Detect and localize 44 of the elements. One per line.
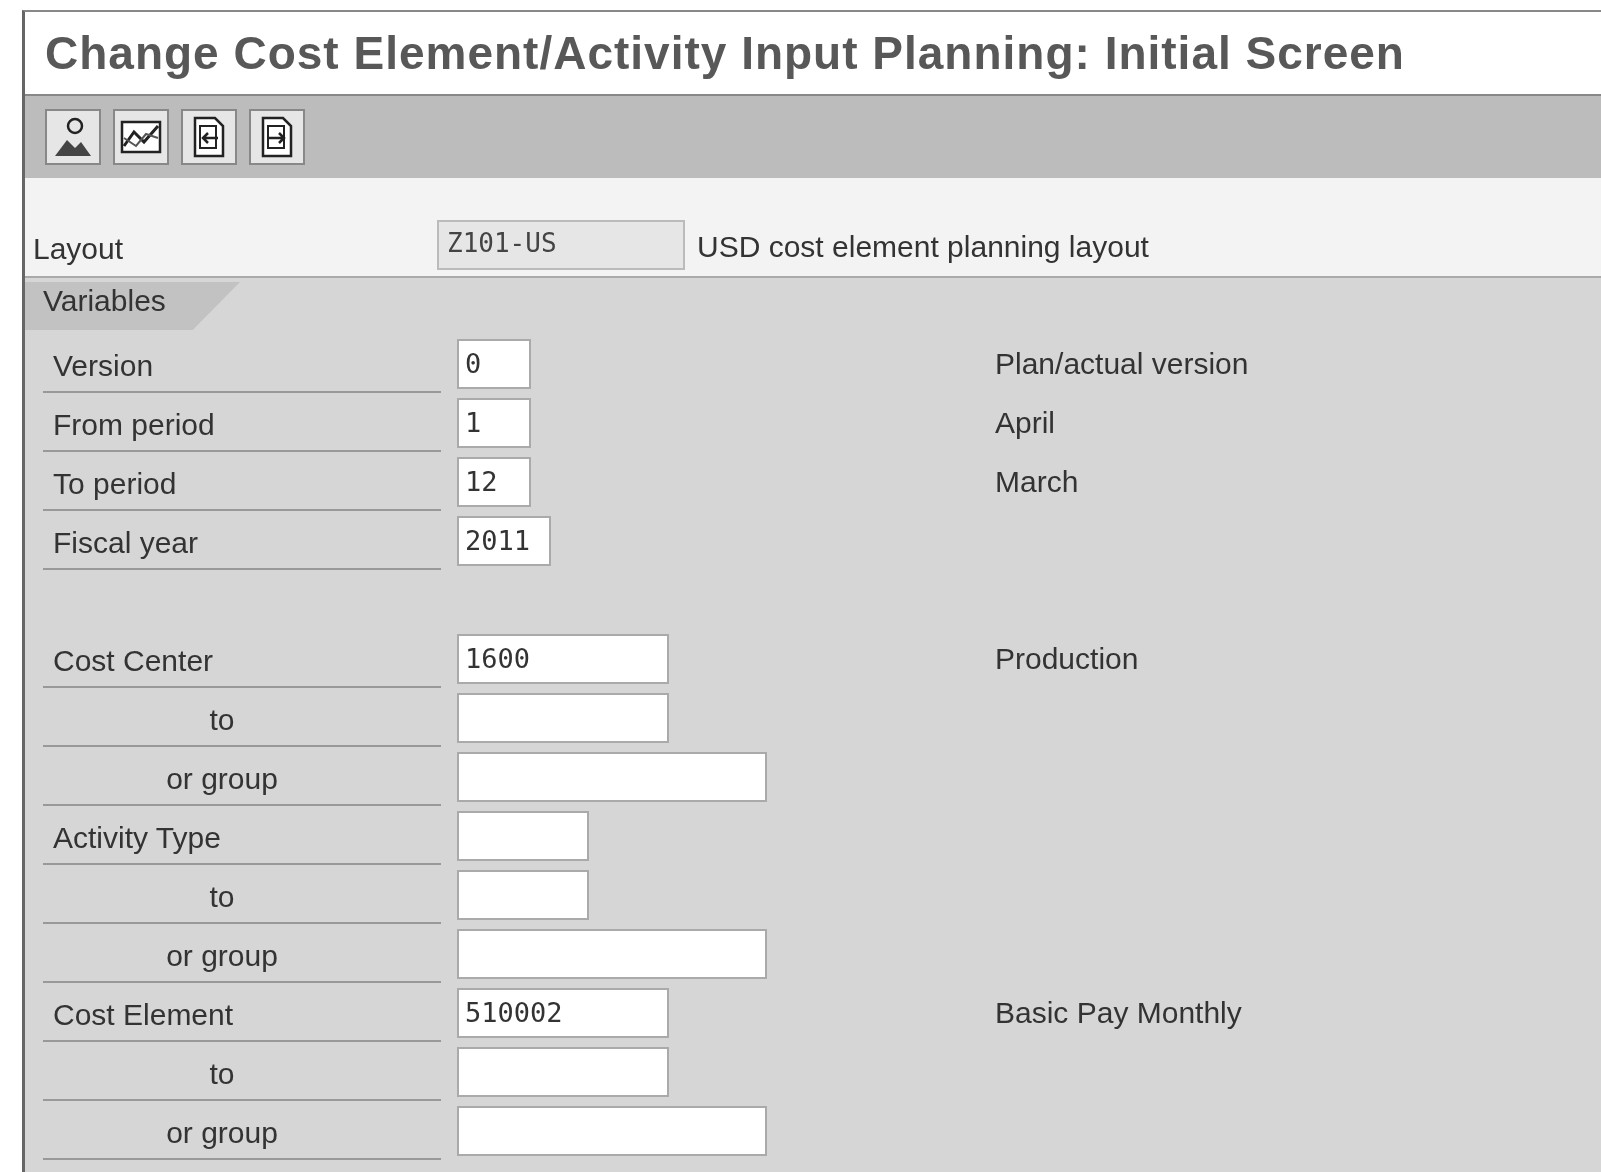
person-landscape-icon [53,116,93,158]
input-field[interactable] [457,810,589,861]
input-field[interactable]: 2011 [457,515,551,566]
section-tab[interactable]: Variables [25,282,240,330]
field-label: Fiscal year [43,517,441,570]
field-label: or group [43,753,441,806]
field-label: to [43,1048,441,1101]
field-description: Basic Pay Monthly [995,995,1242,1030]
field-label: Activity Type [43,812,441,865]
layout-field[interactable]: Z101-US [437,220,685,270]
toolbar-button[interactable] [181,109,237,165]
input-field[interactable]: 12 [457,456,531,507]
field-description: USD cost element planning layout [697,230,1149,265]
input-field[interactable]: 510002 [457,987,669,1038]
input-field[interactable] [457,1046,669,1097]
field-label: Version [43,340,441,393]
document-arrow-icon [192,116,226,158]
input-field[interactable] [457,1105,767,1156]
field-description: Plan/actual version [995,346,1249,381]
chart-icon [120,118,162,156]
input-field[interactable]: 0 [457,338,531,389]
input-field[interactable] [457,869,589,920]
document-arrow-icon [260,116,294,158]
input-field[interactable]: 1600 [457,633,669,684]
input-field[interactable] [457,751,767,802]
field-label: Cost Center [43,635,441,688]
window-title: Change Cost Element/Activity Input Planning: Initial Screen [25,12,1601,96]
field-label: Cost Element [43,989,441,1042]
field-description: Production [995,641,1139,676]
toolbar-button[interactable] [113,109,169,165]
toolbar-button[interactable] [249,109,305,165]
field-label: to [43,871,441,924]
input-field[interactable] [457,692,669,743]
field-label: From period [43,399,441,452]
field-label: to [43,694,441,747]
field-label: or group [43,1107,441,1160]
toolbar-button[interactable] [45,109,101,165]
field-label: Layout [33,232,125,267]
field-label: or group [43,930,441,983]
field-label: To period [43,458,441,511]
field-description: April [995,405,1055,440]
input-field[interactable]: 1 [457,397,531,448]
input-field[interactable] [457,928,767,979]
field-description: March [995,464,1079,499]
